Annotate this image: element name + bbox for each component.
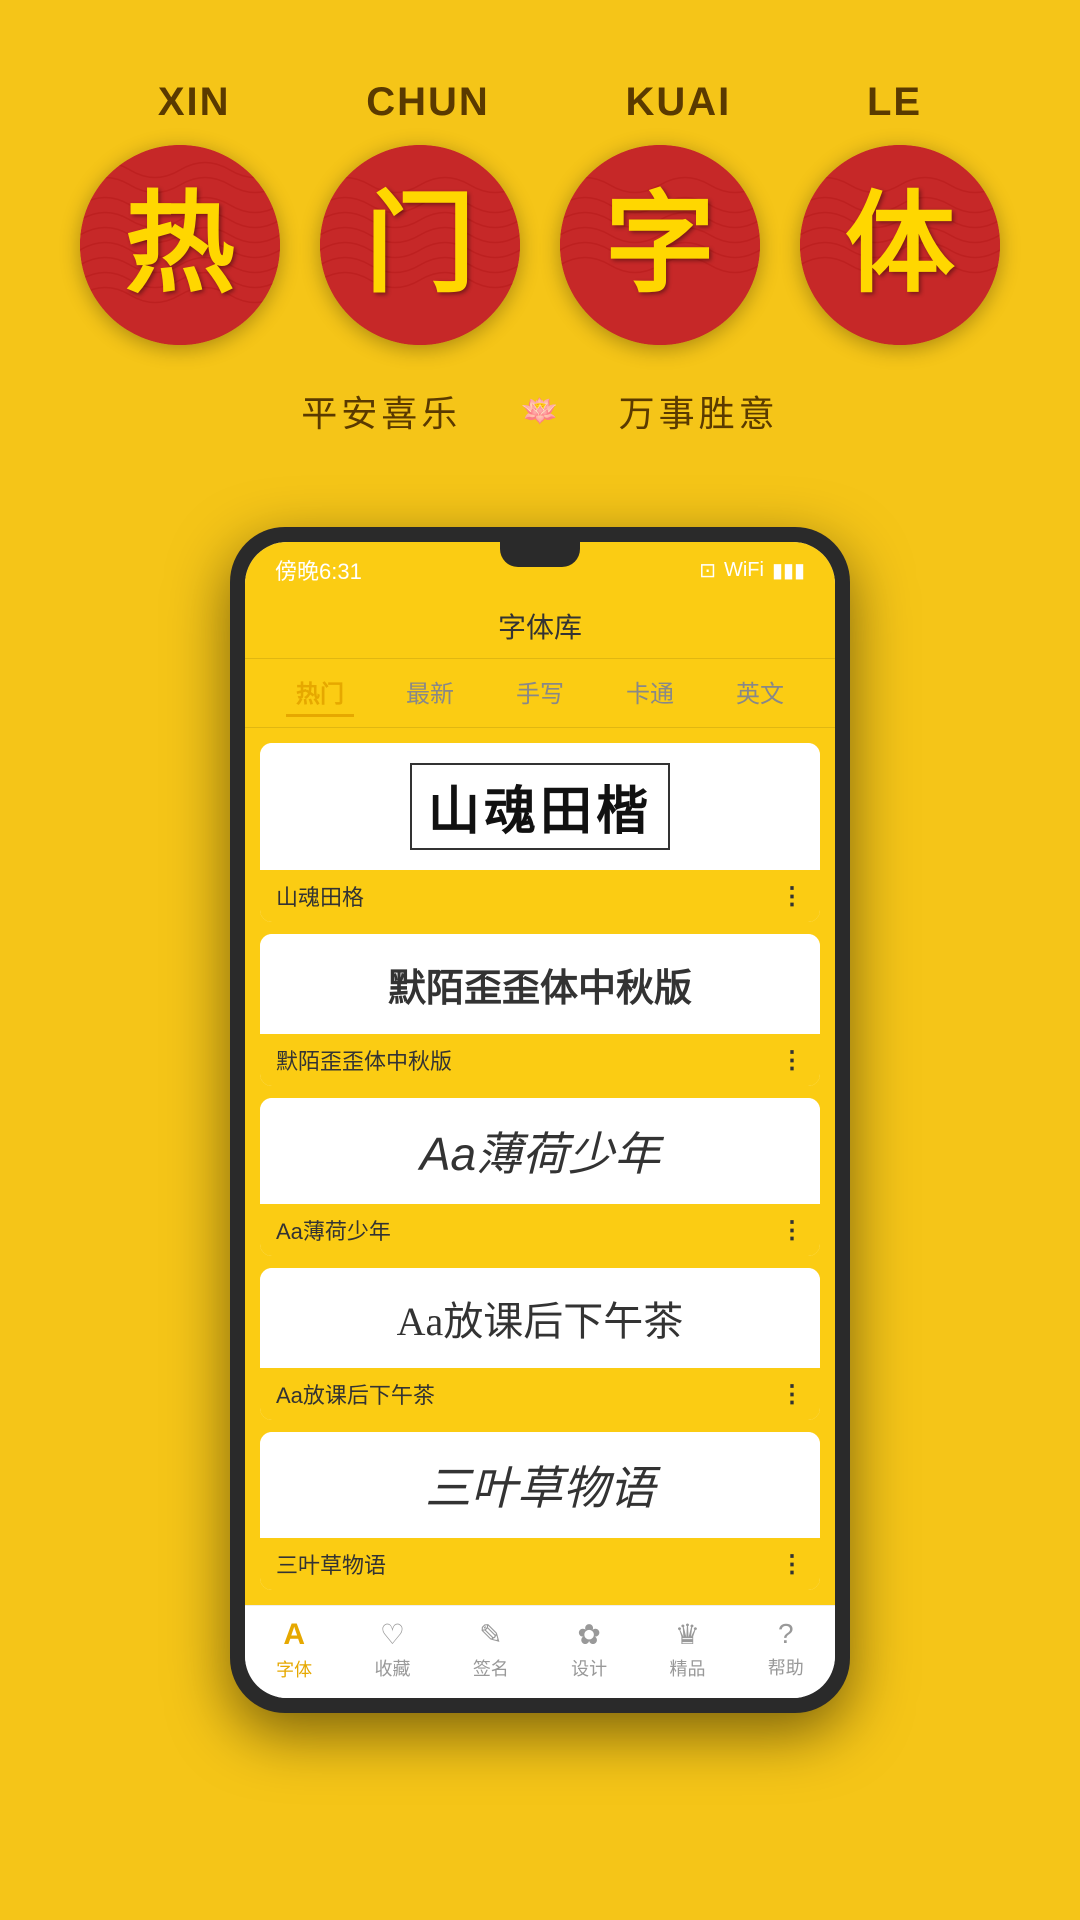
- font-card-0[interactable]: 山魂田楷 山魂田格 ⋮: [260, 743, 820, 922]
- char-2: 字: [605, 190, 715, 300]
- nav-design-label: 设计: [571, 1655, 607, 1681]
- top-section: XIN CHUN KUAI LE 热: [0, 0, 1080, 527]
- char-circle-3: 体: [800, 145, 1000, 345]
- subtitle-row: 平安喜乐 🪷 万事胜意: [301, 385, 778, 437]
- phone-container: 傍晚6:31 ⊡ WiFi ▮▮▮ 字体库 热门 最新 手写 卡通 英文: [0, 527, 1080, 1773]
- font-preview-text-3: Aa放课后下午茶: [397, 1289, 684, 1347]
- nav-premium-label: 精品: [669, 1655, 705, 1681]
- font-preview-text-2: Aa薄荷少年: [420, 1118, 660, 1184]
- font-preview-text-4: 三叶草物语: [425, 1452, 655, 1518]
- nav-favorites-label: 收藏: [374, 1655, 410, 1681]
- notch: [500, 542, 580, 567]
- more-icon-2[interactable]: ⋮: [780, 1216, 804, 1245]
- phone-screen: 傍晚6:31 ⊡ WiFi ▮▮▮ 字体库 热门 最新 手写 卡通 英文: [245, 542, 835, 1698]
- font-preview-2: Aa薄荷少年: [260, 1098, 820, 1204]
- help-icon: ?: [778, 1618, 794, 1650]
- font-card-3[interactable]: Aa放课后下午茶 Aa放课后下午茶 ⋮: [260, 1268, 820, 1420]
- status-time: 傍晚6:31: [275, 554, 362, 586]
- font-preview-1: 默陌歪歪体中秋版: [260, 934, 820, 1034]
- heart-icon: ♡: [380, 1618, 405, 1651]
- font-name-1: 默陌歪歪体中秋版: [276, 1044, 452, 1076]
- more-icon-3[interactable]: ⋮: [780, 1380, 804, 1409]
- crown-icon: ♛: [675, 1618, 700, 1651]
- font-preview-text-0: 山魂田楷: [410, 763, 670, 850]
- signal-icon: ▮▮▮: [772, 558, 805, 583]
- labels-row: XIN CHUN KUAI LE: [90, 80, 990, 125]
- pen-icon: ✎: [479, 1618, 502, 1651]
- font-name-0: 山魂田格: [276, 880, 364, 912]
- font-label-row-3: Aa放课后下午茶 ⋮: [260, 1368, 820, 1420]
- battery-icon: ⊡: [699, 558, 716, 583]
- font-preview-3: Aa放课后下午茶: [260, 1268, 820, 1368]
- char-circle-2: 字: [560, 145, 760, 345]
- nav-fonts-label: 字体: [276, 1656, 312, 1682]
- font-label-row-4: 三叶草物语 ⋮: [260, 1538, 820, 1590]
- nav-help[interactable]: ? 帮助: [768, 1618, 804, 1682]
- font-card-2[interactable]: Aa薄荷少年 Aa薄荷少年 ⋮: [260, 1098, 820, 1256]
- nav-signature-label: 签名: [473, 1655, 509, 1681]
- font-card-1[interactable]: 默陌歪歪体中秋版 默陌歪歪体中秋版 ⋮: [260, 934, 820, 1086]
- circles-row: 热 门: [60, 145, 1020, 345]
- app-title: 字体库: [498, 612, 582, 643]
- nav-signature[interactable]: ✎ 签名: [473, 1618, 509, 1682]
- tab-english[interactable]: 英文: [726, 669, 794, 717]
- font-name-3: Aa放课后下午茶: [276, 1378, 435, 1410]
- nav-premium[interactable]: ♛ 精品: [669, 1618, 705, 1682]
- font-name-4: 三叶草物语: [276, 1548, 386, 1580]
- bottom-nav: A 字体 ♡ 收藏 ✎ 签名 ✿ 设计 ♛ 精品: [245, 1605, 835, 1698]
- tab-cartoon[interactable]: 卡通: [616, 669, 684, 717]
- subtitle-right: 万事胜意: [619, 385, 779, 437]
- char-1: 门: [365, 190, 475, 300]
- label-chun: CHUN: [366, 80, 490, 125]
- label-le: LE: [867, 80, 922, 125]
- tab-latest[interactable]: 最新: [396, 669, 464, 717]
- design-icon: ✿: [577, 1618, 600, 1651]
- font-list: 山魂田楷 山魂田格 ⋮ 默陌歪歪体中秋版 默陌歪歪体中秋版 ⋮: [245, 728, 835, 1605]
- more-icon-4[interactable]: ⋮: [780, 1550, 804, 1579]
- char-circle-1: 门: [320, 145, 520, 345]
- more-icon-0[interactable]: ⋮: [780, 882, 804, 911]
- char-3: 体: [845, 190, 955, 300]
- app-header: 字体库: [245, 594, 835, 659]
- wifi-icon: WiFi: [724, 559, 764, 582]
- font-preview-text-1: 默陌歪歪体中秋版: [388, 957, 692, 1012]
- tabs-bar[interactable]: 热门 最新 手写 卡通 英文: [245, 659, 835, 728]
- font-preview-0: 山魂田楷: [260, 743, 820, 870]
- label-xin: XIN: [158, 80, 231, 125]
- label-kuai: KUAI: [625, 80, 731, 125]
- nav-help-label: 帮助: [768, 1654, 804, 1680]
- more-icon-1[interactable]: ⋮: [780, 1046, 804, 1075]
- tab-handwrite[interactable]: 手写: [506, 669, 574, 717]
- char-0: 热: [125, 190, 235, 300]
- fonts-icon: A: [283, 1618, 305, 1652]
- font-label-row-2: Aa薄荷少年 ⋮: [260, 1204, 820, 1256]
- status-bar: 傍晚6:31 ⊡ WiFi ▮▮▮: [245, 542, 835, 594]
- font-label-row-1: 默陌歪歪体中秋版 ⋮: [260, 1034, 820, 1086]
- nav-fonts[interactable]: A 字体: [276, 1618, 312, 1682]
- font-label-row-0: 山魂田格 ⋮: [260, 870, 820, 922]
- subtitle-left: 平安喜乐: [301, 385, 461, 437]
- lotus-icon: 🪷: [521, 394, 558, 429]
- tab-hot[interactable]: 热门: [286, 669, 354, 717]
- status-icons: ⊡ WiFi ▮▮▮: [699, 558, 805, 583]
- nav-design[interactable]: ✿ 设计: [571, 1618, 607, 1682]
- char-circle-0: 热: [80, 145, 280, 345]
- nav-favorites[interactable]: ♡ 收藏: [374, 1618, 410, 1682]
- font-preview-4: 三叶草物语: [260, 1432, 820, 1538]
- phone-mockup: 傍晚6:31 ⊡ WiFi ▮▮▮ 字体库 热门 最新 手写 卡通 英文: [230, 527, 850, 1713]
- font-card-4[interactable]: 三叶草物语 三叶草物语 ⋮: [260, 1432, 820, 1590]
- font-name-2: Aa薄荷少年: [276, 1214, 391, 1246]
